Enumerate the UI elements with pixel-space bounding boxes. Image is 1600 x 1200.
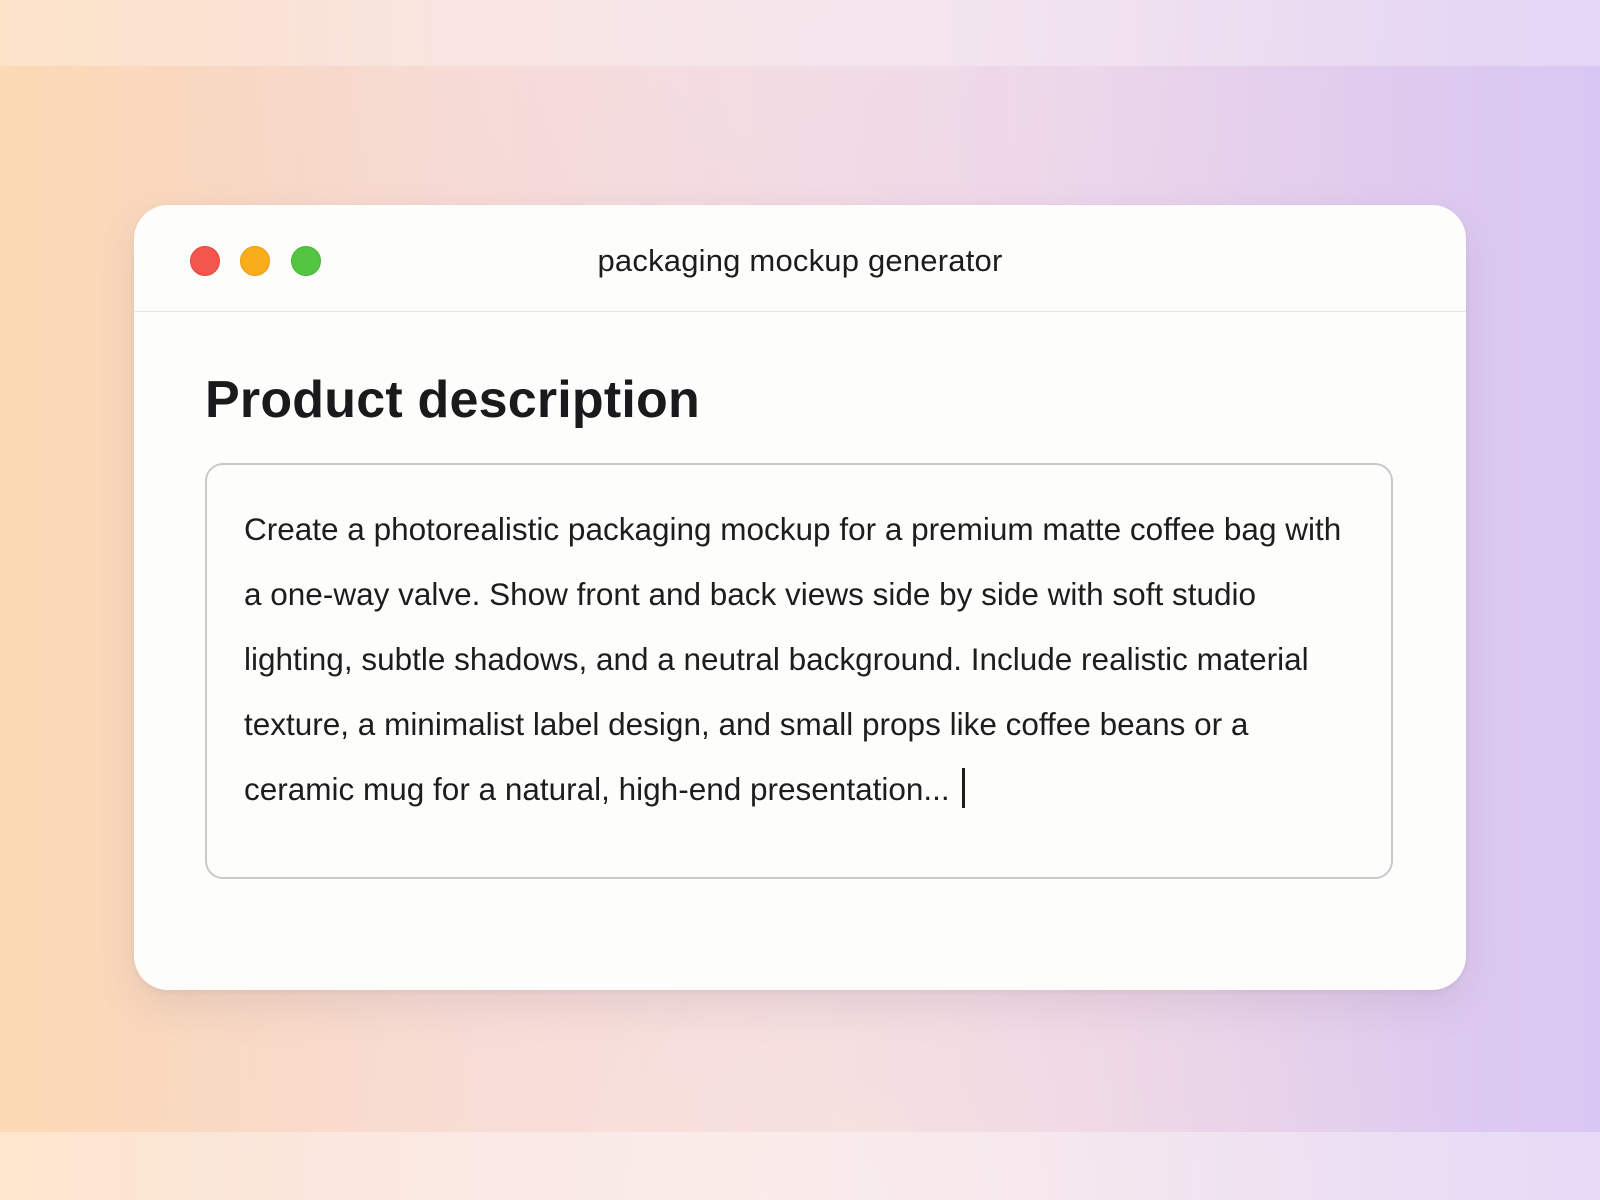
window-title: packaging mockup generator — [597, 243, 1003, 278]
window-titlebar: packaging mockup generator — [134, 205, 1466, 312]
text-caret — [961, 768, 965, 808]
product-description-value: Create a photorealistic packaging mockup… — [244, 497, 1355, 822]
app-window: packaging mockup generator Product descr… — [134, 205, 1466, 990]
section-heading: Product description — [205, 371, 700, 429]
background-band-bottom — [0, 1132, 1600, 1200]
background-band-top — [0, 0, 1600, 66]
product-description-textarea[interactable]: Create a photorealistic packaging mockup… — [205, 463, 1393, 879]
product-description-text: Create a photorealistic packaging mockup… — [244, 511, 1342, 807]
